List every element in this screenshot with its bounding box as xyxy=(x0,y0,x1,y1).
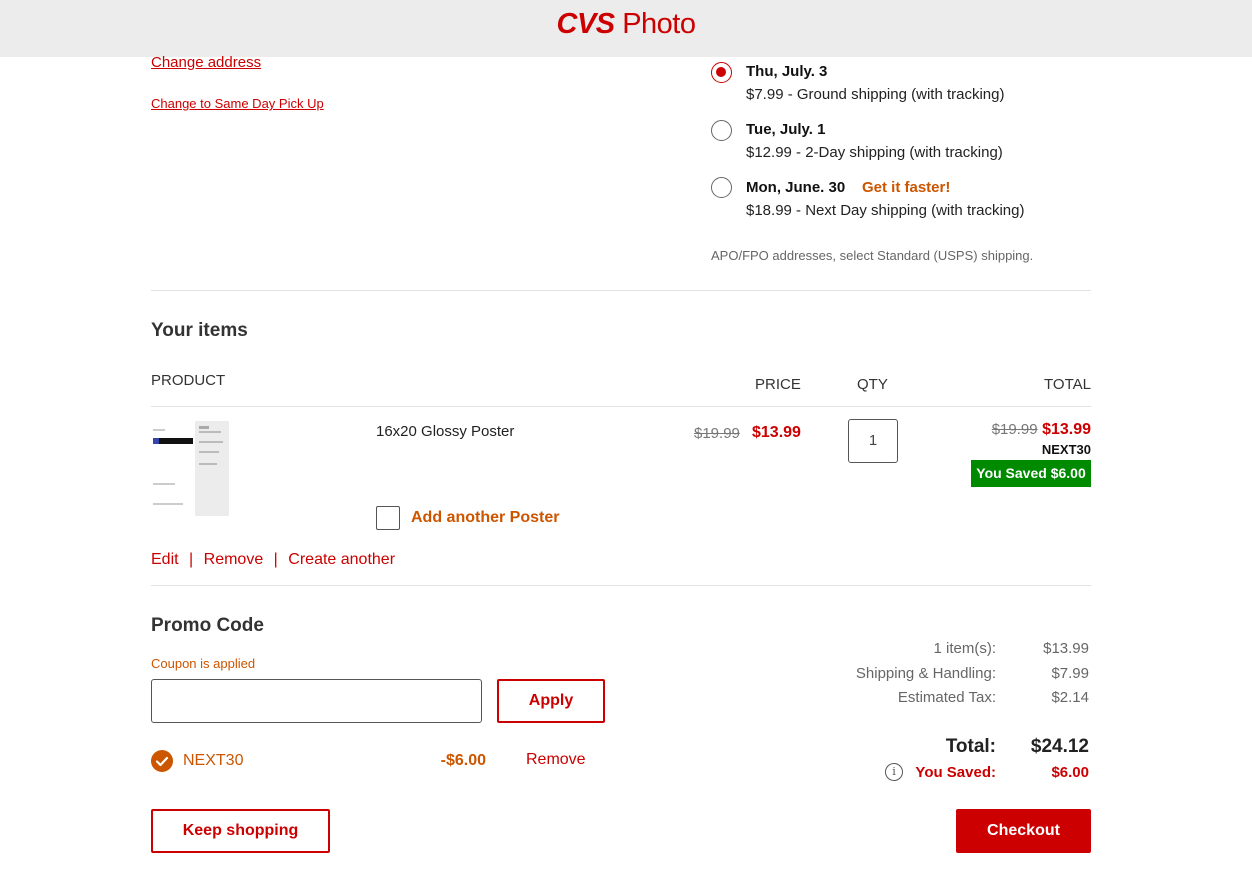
col-product: PRODUCT xyxy=(151,372,226,389)
apo-fpo-note: APO/FPO addresses, select Standard (USPS… xyxy=(711,248,1034,263)
shipping-radio-ground[interactable] xyxy=(711,62,732,83)
cvs-photo-logo[interactable]: CVS Photo xyxy=(0,8,1252,41)
shipping-radio-nextday[interactable] xyxy=(711,177,732,198)
summary-tax-value: $2.14 xyxy=(1051,689,1089,706)
applied-promo-code: NEXT30 xyxy=(183,752,244,769)
shipping-date-ground: Thu, July. 3 xyxy=(746,63,828,80)
keep-shopping-button[interactable]: Keep shopping xyxy=(151,809,330,853)
same-day-pickup-link[interactable]: Change to Same Day Pick Up xyxy=(151,96,324,111)
col-price: PRICE xyxy=(755,376,801,393)
add-another-checkbox[interactable] xyxy=(376,506,400,530)
applied-code-label: NEXT30 xyxy=(1041,442,1091,457)
quantity-input[interactable]: 1 xyxy=(848,419,898,463)
action-separator: | xyxy=(189,551,194,568)
checkout-button[interactable]: Checkout xyxy=(956,809,1091,853)
you-saved-value: $6.00 xyxy=(1051,764,1089,781)
add-another-label[interactable]: Add another Poster xyxy=(411,509,559,527)
promo-code-input[interactable] xyxy=(151,679,482,723)
summary-items-value: $13.99 xyxy=(1043,640,1089,657)
shipping-desc-2day: $12.99 - 2-Day shipping (with tracking) xyxy=(746,144,1003,161)
summary-tax-label: Estimated Tax: xyxy=(897,689,996,706)
summary-shipping-label: Shipping & Handling: xyxy=(855,665,996,682)
product-thumbnail[interactable] xyxy=(151,421,229,516)
apply-button[interactable]: Apply xyxy=(497,679,605,723)
remove-promo-link[interactable]: Remove xyxy=(526,751,586,769)
get-it-faster-badge: Get it faster! xyxy=(862,179,951,196)
poster-preview-image xyxy=(151,421,229,516)
shipping-date-2day: Tue, July. 1 xyxy=(746,121,826,138)
total-value: $24.12 xyxy=(1030,736,1089,757)
top-bar: CVS Photo xyxy=(0,0,1252,57)
total-label: Total: xyxy=(945,736,996,757)
item-actions: Edit | Remove | Create another xyxy=(151,551,395,569)
sale-price: $13.99 xyxy=(752,424,801,441)
shipping-desc-nextday: $18.99 - Next Day shipping (with trackin… xyxy=(746,202,1025,219)
divider xyxy=(151,406,1091,407)
summary-items-label: 1 item(s): xyxy=(933,640,996,657)
row-total-sale: $13.99 xyxy=(1042,421,1091,438)
remove-item-link[interactable]: Remove xyxy=(204,551,264,568)
change-address-link[interactable]: Change address xyxy=(151,54,261,71)
edit-link[interactable]: Edit xyxy=(151,551,179,568)
your-items-title: Your items xyxy=(151,320,248,341)
promo-code-title: Promo Code xyxy=(151,615,264,636)
check-circle-icon xyxy=(151,750,173,772)
row-total-original: $19.99 xyxy=(991,421,1038,438)
create-another-link[interactable]: Create another xyxy=(288,551,395,568)
original-price: $19.99 xyxy=(694,425,740,442)
divider xyxy=(151,585,1091,586)
applied-promo-amount: -$6.00 xyxy=(440,752,486,769)
you-saved-label: You Saved: xyxy=(915,764,996,781)
divider xyxy=(151,290,1091,291)
shipping-date-nextday: Mon, June. 30 xyxy=(746,179,846,196)
summary-shipping-value: $7.99 xyxy=(1051,665,1089,682)
action-separator: | xyxy=(273,551,278,568)
shipping-radio-2day[interactable] xyxy=(711,120,732,141)
col-total: TOTAL xyxy=(1044,376,1091,393)
row-total: $19.99 $13.99 xyxy=(940,421,1091,439)
coupon-status: Coupon is applied xyxy=(151,656,256,671)
you-saved-badge: You Saved $6.00 xyxy=(971,460,1091,487)
col-qty: QTY xyxy=(857,376,888,393)
product-name: 16x20 Glossy Poster xyxy=(376,423,515,440)
shipping-desc-ground: $7.99 - Ground shipping (with tracking) xyxy=(746,86,1005,103)
